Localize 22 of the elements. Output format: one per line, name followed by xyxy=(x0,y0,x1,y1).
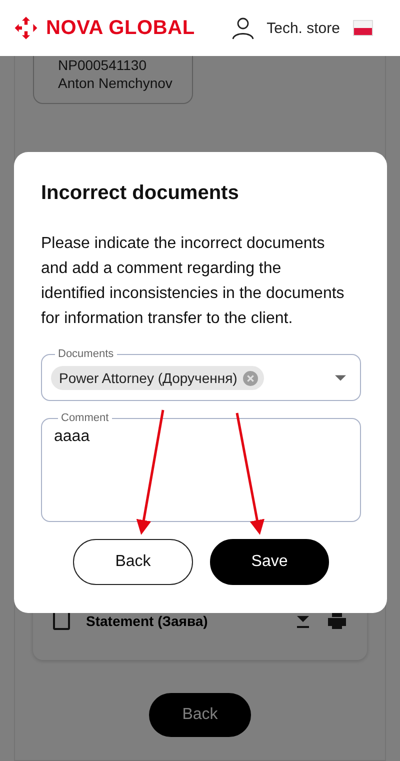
save-button[interactable]: Save xyxy=(210,539,329,585)
field-label: Comment xyxy=(60,412,110,425)
document-chip[interactable]: Power Attorney (Доручення) xyxy=(51,366,264,390)
logo-icon xyxy=(14,16,38,40)
card-text: Anton Nemchynov xyxy=(58,75,174,91)
user-icon[interactable] xyxy=(230,16,255,40)
chip-label: Power Attorney (Доручення) xyxy=(59,370,238,386)
dialog-title: Incorrect documents xyxy=(41,182,240,205)
comment-text: aaaa xyxy=(54,428,90,446)
dropdown-icon[interactable] xyxy=(335,375,346,381)
dialog-message: Please indicate the incorrect documents and add a comment regarding the identified inconsistencies in the documents for information transfer to the client. xyxy=(41,234,346,329)
back-button[interactable]: Back xyxy=(73,539,193,585)
print-icon[interactable] xyxy=(327,612,347,628)
logo-text: NOVA GLOBAL xyxy=(46,16,195,40)
flag-icon[interactable] xyxy=(354,21,372,35)
back-button[interactable]: Back xyxy=(149,693,251,737)
document-name: Statement (Заява) xyxy=(86,612,209,628)
field-label: Documents xyxy=(57,348,115,361)
store-name: Tech. store xyxy=(266,20,340,36)
card-text: NP000541130 xyxy=(58,57,148,73)
comment-field[interactable]: Comment aaaa xyxy=(41,412,361,522)
documents-select[interactable]: Documents Power Attorney (Доручення) xyxy=(41,348,361,401)
